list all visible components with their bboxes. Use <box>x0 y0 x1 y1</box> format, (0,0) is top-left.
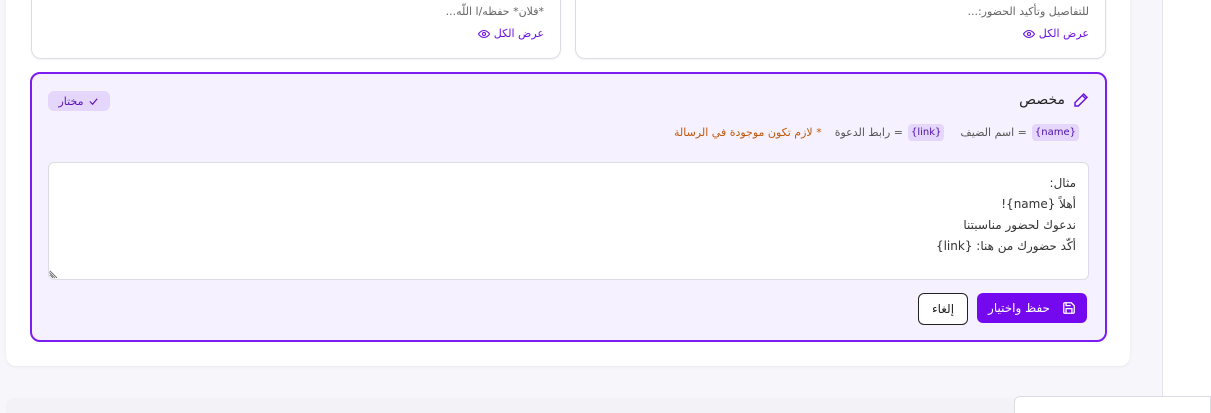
template-preview-text: للتفاصيل وتأكيد الحضور:... <box>967 5 1089 18</box>
view-all-link[interactable]: عرض الكل <box>477 27 544 40</box>
link-variable-desc: = رابط الدعوة <box>834 126 903 139</box>
name-variable-desc: = اسم الضيف <box>960 126 1027 139</box>
cancel-button[interactable]: إلغاء <box>918 293 968 325</box>
save-icon <box>1063 302 1075 314</box>
view-all-label: عرض الكل <box>1038 27 1089 40</box>
variables-legend: {name} = اسم الضيف {link} = رابط الدعوة … <box>674 124 1079 141</box>
template-card-1[interactable]: *فلان* حفظه/ا اللّه... عرض الكل <box>31 0 561 59</box>
eye-icon <box>1022 29 1035 38</box>
selected-badge: مختار <box>48 91 110 111</box>
custom-template-title: مخصص <box>1019 92 1089 108</box>
required-warning: * لازم تكون موجودة في الرسالة <box>673 126 822 139</box>
selected-badge-label: مختار <box>58 94 84 108</box>
pencil-icon <box>1074 92 1089 107</box>
custom-title-label: مخصص <box>1019 92 1065 108</box>
save-and-select-button[interactable]: حفظ واختيار <box>977 293 1087 323</box>
check-icon <box>89 97 99 105</box>
view-all-link[interactable]: عرض الكل <box>1022 27 1089 40</box>
message-textarea[interactable]: مثال: أهلاً {name}! ندعوك لحضور مناسبتنا… <box>48 162 1089 280</box>
template-preview-text: *فلان* حفظه/ا اللّه... <box>445 5 544 18</box>
name-variable-chip: {name} <box>1031 124 1079 141</box>
next-card-edge <box>1014 396 1211 413</box>
template-card-2[interactable]: للتفاصيل وتأكيد الحضور:... عرض الكل <box>575 0 1106 59</box>
next-panel-edge <box>6 398 1130 413</box>
eye-icon <box>477 29 490 38</box>
save-button-label: حفظ واختيار <box>988 301 1050 315</box>
right-rail <box>1162 0 1211 413</box>
view-all-label: عرض الكل <box>493 27 544 40</box>
link-variable-chip: {link} <box>907 124 945 141</box>
custom-template-card[interactable]: مختار مخصص {name} = اسم الضيف {link} = ر… <box>30 72 1107 342</box>
